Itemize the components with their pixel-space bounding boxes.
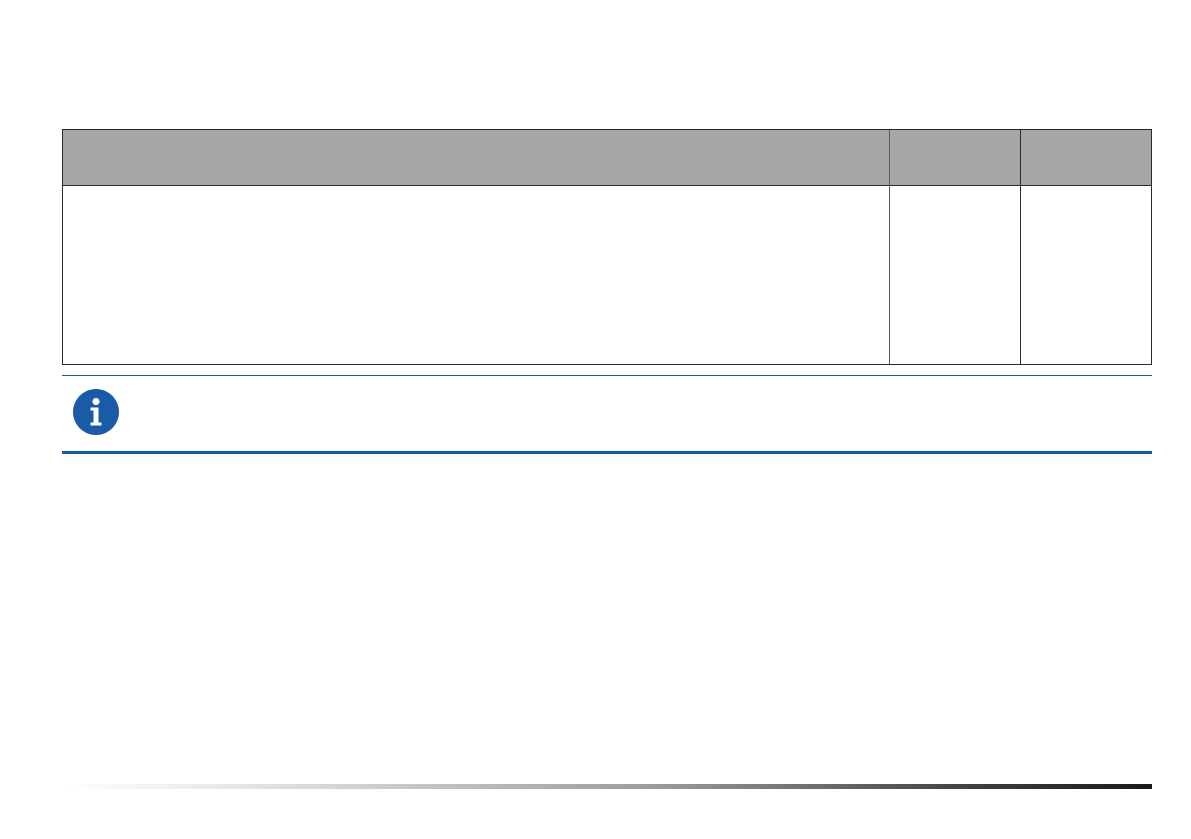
column-divider <box>889 130 890 364</box>
document-page <box>0 0 1191 839</box>
info-note <box>62 375 1152 454</box>
info-icon <box>73 389 119 435</box>
table-header-row <box>63 130 1151 186</box>
column-divider <box>1020 130 1021 364</box>
footer-rule <box>62 784 1152 789</box>
table-row <box>63 186 1151 364</box>
spec-table <box>62 129 1152 365</box>
